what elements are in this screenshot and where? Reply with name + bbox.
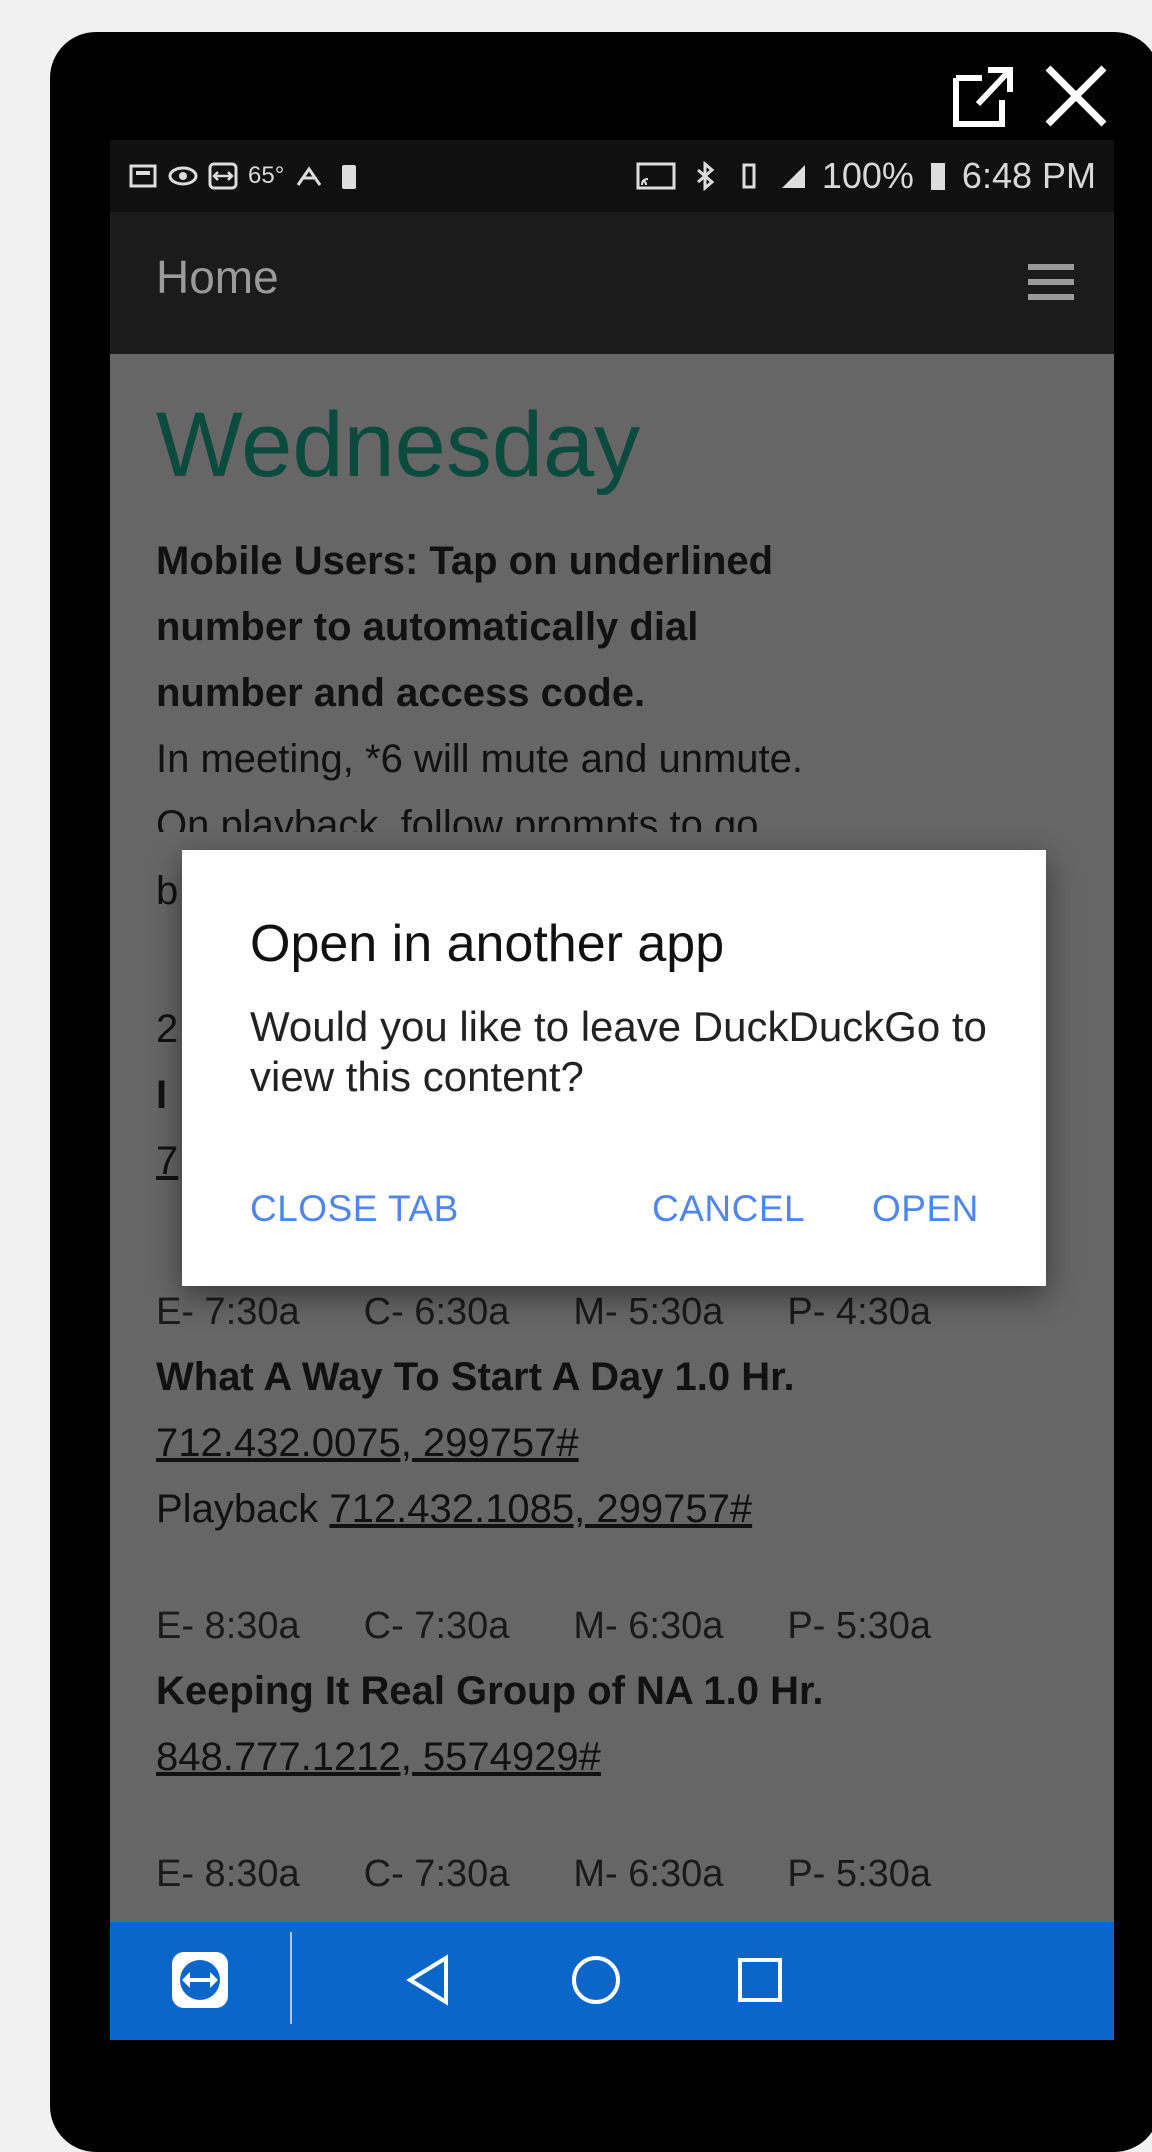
- meeting-entry: E- 8:30a C- 7:30a M- 6:30a P- 5:30a: [156, 1842, 1096, 1906]
- time-eastern: E- 8:30a: [156, 1605, 300, 1647]
- notification-icon: [129, 164, 157, 188]
- playback-line: Playback 712.432.1085, 299757#: [156, 1476, 1096, 1542]
- app-bar-title[interactable]: Home: [156, 250, 279, 304]
- teamviewer-status-icon: [208, 162, 238, 190]
- app-bar: Home: [110, 212, 1114, 354]
- page-heading: Wednesday: [156, 394, 641, 496]
- cast-icon: [636, 162, 676, 190]
- meeting-times: E- 7:30a C- 6:30a M- 5:30a P- 4:30a: [156, 1280, 1096, 1344]
- meeting-title: What A Way To Start A Day 1.0 Hr.: [156, 1355, 795, 1399]
- time-mountain: M- 6:30a: [573, 1853, 724, 1895]
- temperature-text: 65°: [248, 162, 285, 189]
- hamburger-menu-icon[interactable]: [1028, 260, 1074, 304]
- dial-in-link[interactable]: 712.432.0075, 299757#: [156, 1410, 1096, 1476]
- meeting-entry: E- 7:30a C- 6:30a M- 5:30a P- 4:30a What…: [156, 1280, 1096, 1542]
- time-pacific: P- 5:30a: [787, 1853, 932, 1895]
- close-tab-button[interactable]: CLOSE TAB: [250, 1188, 459, 1230]
- playback-link[interactable]: 712.432.1085, 299757#: [329, 1487, 752, 1531]
- playback-note: On playback, follow prompts to go: [156, 803, 759, 832]
- bluetooth-icon: [696, 161, 715, 191]
- battery-saver-icon: [342, 165, 357, 189]
- eye-icon: [168, 166, 198, 186]
- time-central: C- 6:30a: [363, 1291, 510, 1333]
- vibrate-icon: [742, 163, 756, 189]
- instruction-line: number and access code.: [156, 671, 646, 715]
- dialog-title: Open in another app: [250, 915, 725, 973]
- meeting-times: E- 8:30a C- 7:30a M- 6:30a P- 5:30a: [156, 1594, 1096, 1658]
- time-eastern: E- 7:30a: [156, 1291, 300, 1333]
- battery-percent: 100%: [821, 155, 914, 196]
- battery-icon: [930, 163, 945, 190]
- dial-in-link[interactable]: 848.777.1212, 5574929#: [156, 1724, 1096, 1790]
- navigation-bar: [110, 1922, 1114, 2040]
- signal-icon: [781, 165, 805, 188]
- instruction-line: number to automatically dial: [156, 605, 699, 649]
- cancel-button[interactable]: CANCEL: [652, 1188, 805, 1230]
- clock-time: 6:48 PM: [961, 155, 1096, 196]
- weather-icon: [297, 166, 322, 186]
- meeting-title: Keeping It Real Group of NA 1.0 Hr.: [156, 1669, 824, 1713]
- time-eastern: E- 8:30a: [156, 1853, 300, 1895]
- time-mountain: M- 6:30a: [573, 1605, 724, 1647]
- home-circle-icon[interactable]: [566, 1950, 626, 2010]
- recents-square-icon[interactable]: [730, 1950, 790, 2010]
- playback-label: Playback: [156, 1487, 330, 1531]
- external-link-icon[interactable]: [948, 60, 1020, 132]
- dialog-message: Would you like to leave DuckDuckGo to vi…: [250, 1003, 987, 1100]
- nav-separator: [290, 1932, 292, 2024]
- time-central: C- 7:30a: [363, 1853, 510, 1895]
- time-pacific: P- 4:30a: [787, 1291, 932, 1333]
- open-in-app-dialog: Open in another app Would you like to le…: [182, 850, 1046, 1286]
- meeting-entry: E- 8:30a C- 7:30a M- 6:30a P- 5:30a Keep…: [156, 1594, 1096, 1790]
- meeting-times: E- 8:30a C- 7:30a M- 6:30a P- 5:30a: [156, 1842, 1096, 1906]
- time-central: C- 7:30a: [363, 1605, 510, 1647]
- time-pacific: P- 5:30a: [787, 1605, 932, 1647]
- status-bar: 65° 100% 6:48 PM: [110, 140, 1114, 212]
- close-icon[interactable]: [1040, 60, 1112, 132]
- back-triangle-icon[interactable]: [400, 1950, 460, 2010]
- teamviewer-icon[interactable]: [170, 1950, 230, 2010]
- time-mountain: M- 5:30a: [573, 1291, 724, 1333]
- open-button[interactable]: OPEN: [872, 1188, 979, 1230]
- instruction-line: Mobile Users: Tap on underlined: [156, 539, 774, 583]
- mute-note: In meeting, *6 will mute and unmute.: [156, 737, 804, 781]
